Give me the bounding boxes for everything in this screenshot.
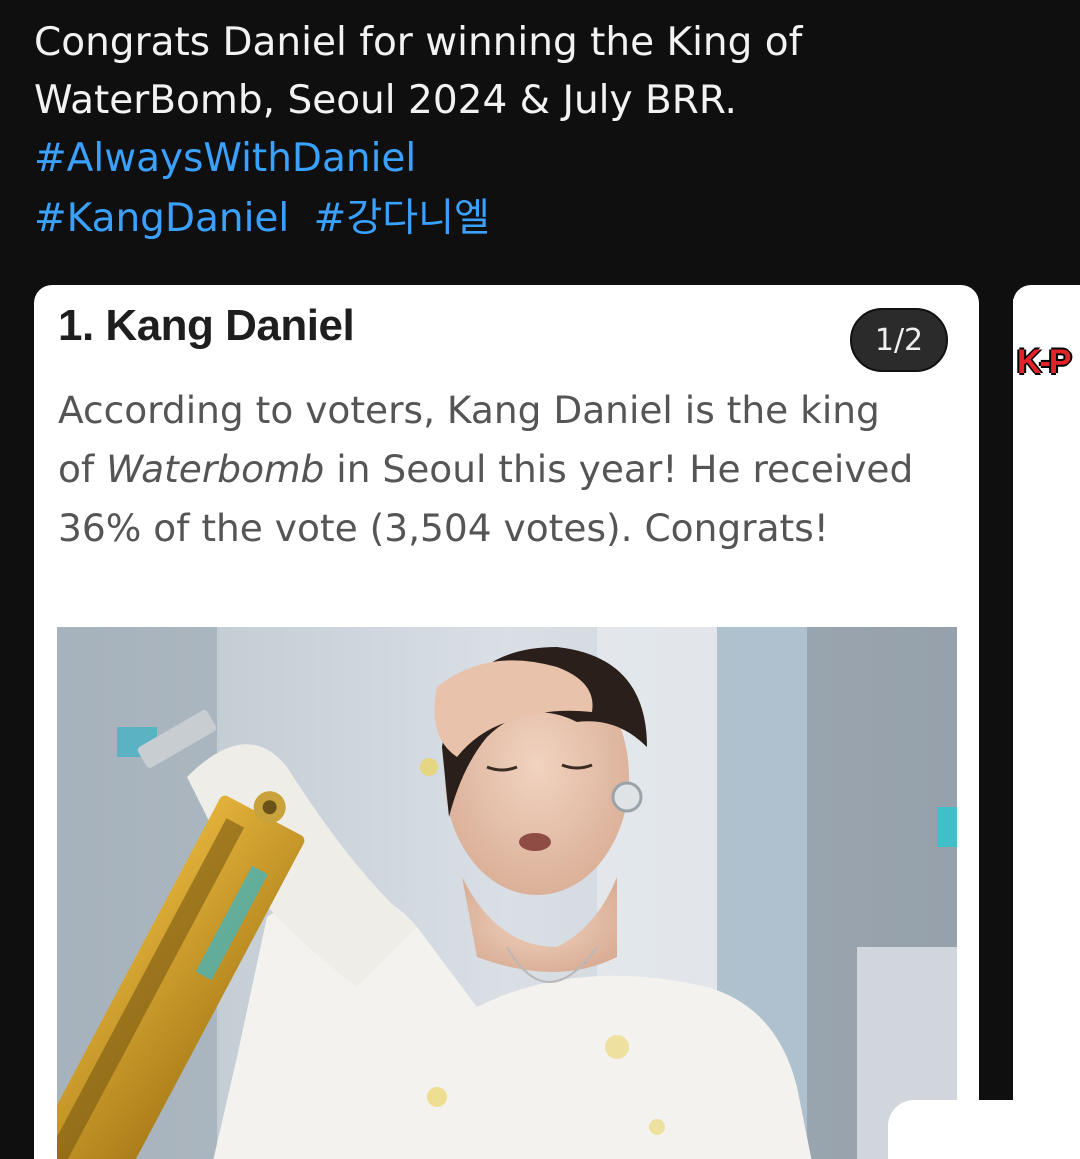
photo-illustration	[57, 627, 957, 1159]
hashtag-kang-daniel[interactable]: #KangDaniel	[34, 196, 289, 241]
card-body-line: 36% of the vote (3,504 votes). Congrats!	[58, 506, 829, 550]
carousel-counter: 1/2	[850, 308, 948, 372]
hashtag-row: #AlwaysWithDaniel	[34, 130, 994, 188]
card-body-line: According to voters, Kang Daniel is the …	[58, 388, 880, 432]
screen: Congrats Daniel for winning the King of …	[0, 0, 1080, 1159]
photo[interactable]	[57, 627, 957, 1159]
hashtag-kang-daniel-korean[interactable]: #강다니엘	[314, 196, 490, 241]
card-body-line: of Waterbomb in Seoul this year! He rece…	[58, 440, 938, 499]
next-card-logo-text: K-P	[1017, 343, 1072, 381]
card-title: 1. Kang Daniel	[58, 301, 355, 350]
card-body-emphasis: Waterbomb	[106, 447, 325, 491]
card-body-text: in Seoul this year! He received	[324, 447, 914, 491]
card-body-text: of	[58, 447, 107, 491]
post-text-line: WaterBomb, Seoul 2024 & July BRR.	[34, 78, 737, 123]
floating-action-button[interactable]	[888, 1100, 1048, 1159]
next-media-card[interactable]: K-P	[1013, 285, 1080, 1159]
hashtag-row: #KangDaniel #강다니엘	[34, 190, 994, 248]
card-body: According to voters, Kang Daniel is the …	[58, 381, 938, 558]
media-card[interactable]: 1. Kang Daniel 1/2 According to voters, …	[34, 285, 979, 1159]
next-card-logo: K-P	[1013, 299, 1080, 433]
post-text: Congrats Daniel for winning the King of …	[34, 14, 994, 248]
post-text-line: Congrats Daniel for winning the King of	[34, 20, 803, 65]
hashtag-always-with-daniel[interactable]: #AlwaysWithDaniel	[34, 136, 416, 181]
